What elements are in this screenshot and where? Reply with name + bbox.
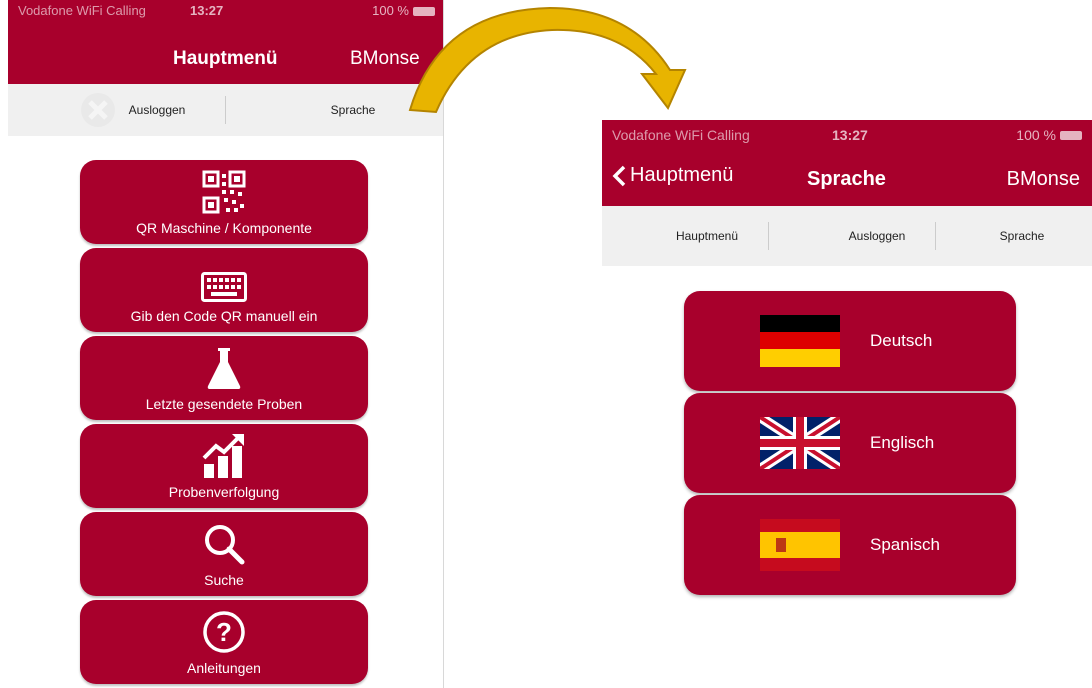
flag-spain-icon [760, 519, 840, 571]
flag-germany-icon [760, 315, 840, 367]
qr-code-icon [202, 170, 246, 214]
growth-chart-icon [202, 434, 244, 478]
recent-samples-button[interactable]: Letzte gesendete Proben [80, 336, 368, 420]
back-button[interactable]: Hauptmenü [612, 164, 733, 187]
flask-icon [207, 348, 241, 389]
status-bar: Vodafone WiFi Calling 13:27 100 % [8, 0, 443, 26]
recent-samples-label: Letzte gesendete Proben [145, 396, 303, 412]
keyboard-icon [201, 272, 247, 302]
transition-arrow-icon [408, 6, 687, 114]
language-option-german[interactable]: Deutsch [684, 291, 1016, 391]
language-label: Deutsch [870, 331, 933, 350]
page-title: Sprache [807, 168, 886, 190]
qr-scan-label: QR Maschine / Komponente [136, 220, 312, 236]
help-button[interactable]: ? Anleitungen [80, 600, 368, 684]
manual-code-label: Gib den Code QR manuell ein [130, 308, 318, 324]
tab-logout-label: Ausloggen [848, 229, 906, 243]
battery-icon [1060, 130, 1082, 140]
manual-code-button[interactable]: Gib den Code QR manuell ein [80, 248, 368, 332]
tab-logout[interactable]: Ausloggen [78, 84, 218, 136]
main-menu-screen: Vodafone WiFi Calling 13:27 100 % Hauptm… [8, 0, 444, 688]
clock: 13:27 [832, 127, 868, 143]
qr-scan-button[interactable]: QR Maschine / Komponente [80, 160, 368, 244]
tab-language[interactable]: Sprache [962, 206, 1082, 266]
tab-language-label: Sprache [330, 103, 376, 117]
page-title: Hauptmenü [173, 48, 278, 69]
carrier-label: Vodafone WiFi Calling [18, 3, 146, 18]
sample-tracking-button[interactable]: Probenverfolgung [80, 424, 368, 508]
tab-divider [768, 222, 769, 250]
clock: 13:27 [190, 3, 224, 18]
help-icon: ? [203, 611, 245, 653]
nav-bar: Hauptmenü Sprache BMonse [602, 154, 1092, 206]
tab-bar: Ausloggen Sprache [8, 84, 443, 136]
status-bar: Vodafone WiFi Calling 13:27 100 % [602, 120, 1092, 154]
chevron-left-icon [612, 165, 626, 186]
sample-tracking-label: Probenverfolgung [168, 484, 280, 500]
battery-percent: 100 % [1016, 127, 1056, 143]
search-icon [205, 525, 245, 565]
tab-logout[interactable]: Ausloggen [812, 206, 942, 266]
svg-text:?: ? [216, 617, 232, 647]
tab-main-menu-label: Hauptmenü [675, 229, 739, 243]
carrier-label: Vodafone WiFi Calling [612, 127, 750, 143]
search-label: Suche [204, 572, 244, 588]
search-button[interactable]: Suche [80, 512, 368, 596]
language-option-english[interactable]: Englisch [684, 393, 1016, 493]
tab-main-menu[interactable]: Hauptmenü [642, 206, 772, 266]
language-option-spanish[interactable]: Spanisch [684, 495, 1016, 595]
logout-icon [81, 93, 115, 127]
tab-logout-label: Ausloggen [128, 103, 186, 117]
tab-language-label: Sprache [999, 229, 1045, 243]
language-screen: Vodafone WiFi Calling 13:27 100 % Hauptm… [602, 120, 1092, 630]
back-label: Hauptmenü [630, 164, 734, 186]
flag-uk-icon [760, 417, 840, 469]
user-name[interactable]: BMonse [1007, 168, 1080, 191]
battery-indicator: 100 % [1016, 120, 1082, 150]
tab-divider [225, 96, 226, 124]
nav-bar: Hauptmenü BMonse [8, 26, 443, 84]
help-label: Anleitungen [187, 660, 261, 676]
language-label: Spanisch [870, 535, 940, 554]
tab-bar: Hauptmenü Ausloggen Sprache [602, 206, 1092, 266]
tab-divider [935, 222, 936, 250]
language-label: Englisch [870, 433, 935, 452]
